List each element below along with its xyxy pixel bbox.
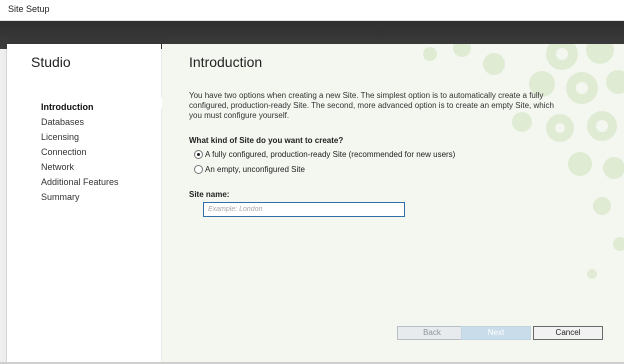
site-type-question: What kind of Site do you want to create?: [189, 136, 344, 145]
cancel-button[interactable]: Cancel: [533, 326, 603, 340]
radio-full-site[interactable]: A fully configured, production-ready Sit…: [194, 150, 456, 159]
wizard-steps: Introduction Databases Licensing Connect…: [41, 100, 119, 205]
step-additional-features[interactable]: Additional Features: [41, 175, 119, 190]
radio-empty-site[interactable]: An empty, unconfigured Site: [194, 165, 305, 174]
radio-button[interactable]: [194, 165, 203, 174]
site-name-input[interactable]: [203, 202, 405, 217]
step-summary[interactable]: Summary: [41, 190, 119, 205]
back-button[interactable]: Back: [397, 326, 467, 340]
step-databases[interactable]: Databases: [41, 115, 119, 130]
wizard-content: Introduction You have two options when c…: [162, 44, 624, 364]
wizard-sidebar: Studio Introduction Databases Licensing …: [7, 44, 167, 364]
page-title: Introduction: [189, 54, 263, 70]
background-window-edge: [0, 49, 7, 364]
radio-full-site-label: A fully configured, production-ready Sit…: [205, 150, 456, 159]
intro-text: You have two options when creating a new…: [189, 91, 554, 120]
sidebar-title: Studio: [31, 54, 71, 70]
radio-empty-site-label: An empty, unconfigured Site: [205, 165, 305, 174]
step-licensing[interactable]: Licensing: [41, 130, 119, 145]
step-introduction[interactable]: Introduction: [41, 100, 119, 115]
next-button[interactable]: Next: [461, 326, 531, 340]
step-network[interactable]: Network: [41, 160, 119, 175]
step-connection[interactable]: Connection: [41, 145, 119, 160]
site-name-label: Site name:: [189, 190, 230, 199]
title-bar: Site Setup: [0, 0, 624, 21]
radio-button-selected[interactable]: [194, 150, 203, 159]
window-title: Site Setup: [8, 4, 50, 14]
